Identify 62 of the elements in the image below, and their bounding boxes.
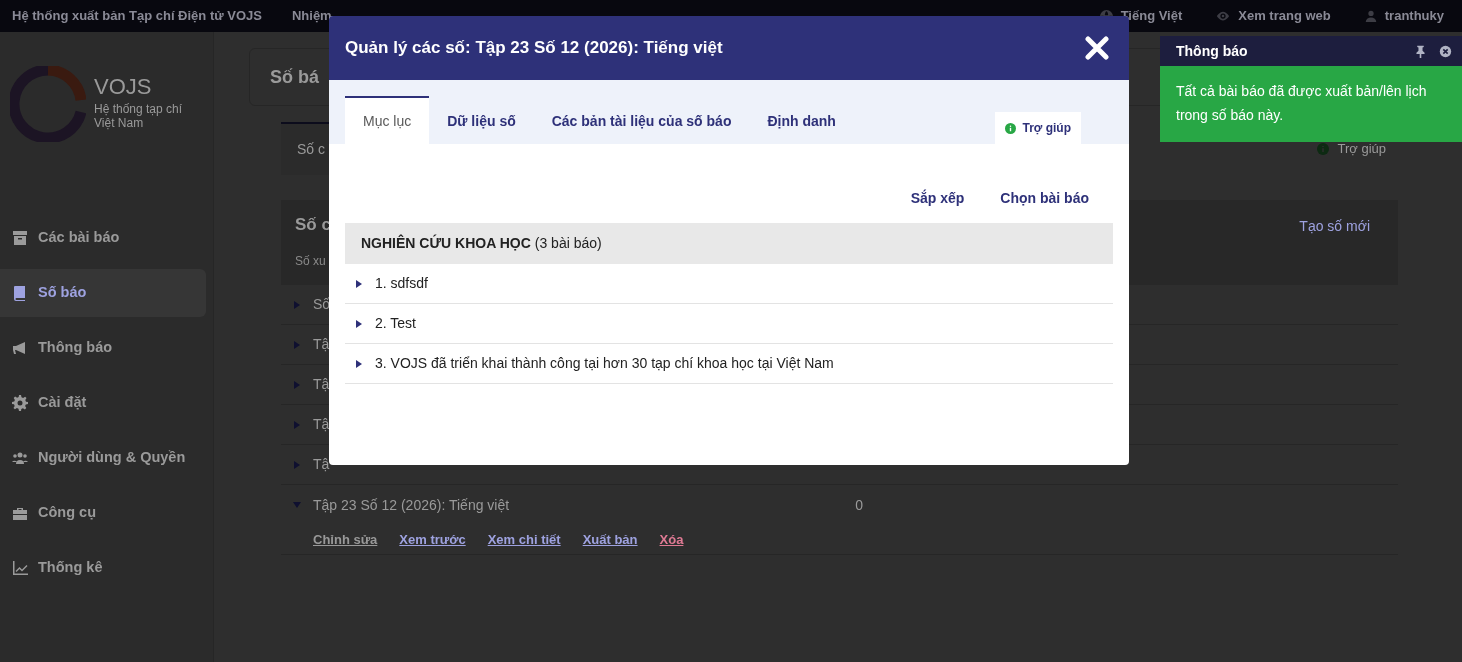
modal-tab[interactable]: Mục lục	[345, 96, 430, 144]
help-link[interactable]: Trợ giúp	[1317, 138, 1386, 159]
issue-title-link[interactable]: Tậ	[313, 334, 330, 355]
logo-name: VOJS	[94, 76, 153, 98]
sidebar-item[interactable]: Các bài báo	[0, 214, 206, 262]
issue-title-link[interactable]: Tậ	[313, 414, 330, 435]
toolbar-link[interactable]: Chọn bài báo	[988, 188, 1101, 209]
tasks-link[interactable]: Nhiệm	[291, 6, 332, 26]
toolbox-icon	[12, 505, 28, 521]
issue-title-link[interactable]: Số	[313, 294, 331, 315]
create-issue-button[interactable]: Tạo số mới	[1299, 216, 1370, 237]
article-title[interactable]: 3. VOJS đã triển khai thành công tại hơn 30 tạp chí khoa học tại Việt Nam	[375, 353, 834, 374]
close-button[interactable]	[1085, 35, 1109, 61]
issue-action-link[interactable]: Xóa	[659, 529, 684, 550]
modal-title: Quản lý các số: Tập 23 Số 12 (2026): Tiếng việt	[345, 37, 723, 60]
panel-subtitle: Số xu	[295, 252, 327, 270]
info-icon	[1005, 122, 1017, 134]
modal-tab[interactable]: Định danh	[749, 96, 854, 144]
user-menu[interactable]: tranthuky	[1384, 6, 1444, 26]
page-title: Số bá	[270, 65, 319, 89]
issue-action-link[interactable]: Xem chi tiết	[487, 529, 561, 550]
sidebar-item[interactable]: Người dùng & Quyền	[0, 434, 206, 482]
line-chart-icon	[12, 560, 28, 576]
issue-title-link[interactable]: Tập 23 Số 12 (2026): Tiếng việt	[313, 494, 510, 516]
help-button[interactable]: Trợ giúp	[995, 112, 1081, 144]
pin-button[interactable]	[1414, 44, 1427, 58]
sidebar-item[interactable]: Cài đặt	[0, 379, 206, 427]
info-icon	[1317, 142, 1330, 155]
book-icon	[12, 285, 28, 301]
close-icon	[1085, 36, 1109, 61]
logo-tagline: Hệ thống tạp chí Việt Nam	[94, 102, 184, 131]
gear-icon	[12, 395, 28, 411]
megaphone-icon	[12, 340, 28, 356]
modal-tab[interactable]: Các bản tài liệu của số báo	[533, 96, 750, 144]
issue-action-link[interactable]: Xem trước	[399, 529, 466, 550]
toast-message: Tất cả bài báo đã được xuất bản/lên lịch trong số báo này.	[1176, 83, 1427, 123]
sidebar-item[interactable]: Thông báo	[0, 324, 206, 372]
close-button[interactable]	[1439, 44, 1452, 58]
sidebar-item[interactable]: Công cụ	[0, 489, 206, 537]
site-title[interactable]: Hệ thống xuất bản Tạp chí Điện tử VOJS	[12, 6, 262, 26]
article-title[interactable]: 2. Test	[375, 313, 416, 334]
toolbar-link[interactable]: Sắp xếp	[898, 188, 977, 209]
user-icon	[1364, 10, 1377, 22]
modal-tab[interactable]: Dữ liệu số	[429, 96, 534, 144]
issue-article-count: 0	[855, 495, 863, 515]
section-title: NGHIÊN CỨU KHOA HỌC	[361, 233, 531, 253]
sidebar-item[interactable]: Thống kê	[0, 544, 206, 592]
close-icon	[1439, 44, 1452, 58]
eye-icon	[1216, 9, 1231, 23]
section-count: (3 bài báo)	[534, 234, 602, 253]
issue-action-link[interactable]: Xuất bản	[582, 529, 638, 550]
logo-ring-icon	[10, 66, 86, 142]
pin-icon	[1414, 44, 1427, 58]
view-site-link[interactable]: Xem trang web	[1238, 6, 1331, 26]
archive-box-icon	[12, 230, 28, 246]
users-icon	[12, 450, 28, 466]
sidebar-item[interactable]: Số báo	[0, 269, 206, 317]
toast-title: Thông báo	[1176, 41, 1248, 61]
issue-action-link[interactable]: Chỉnh sửa	[313, 529, 378, 550]
issue-title-link[interactable]: Tậ	[313, 374, 330, 395]
issue-title-link[interactable]: Tậ	[313, 454, 330, 475]
article-title[interactable]: 1. sdfsdf	[375, 273, 428, 294]
